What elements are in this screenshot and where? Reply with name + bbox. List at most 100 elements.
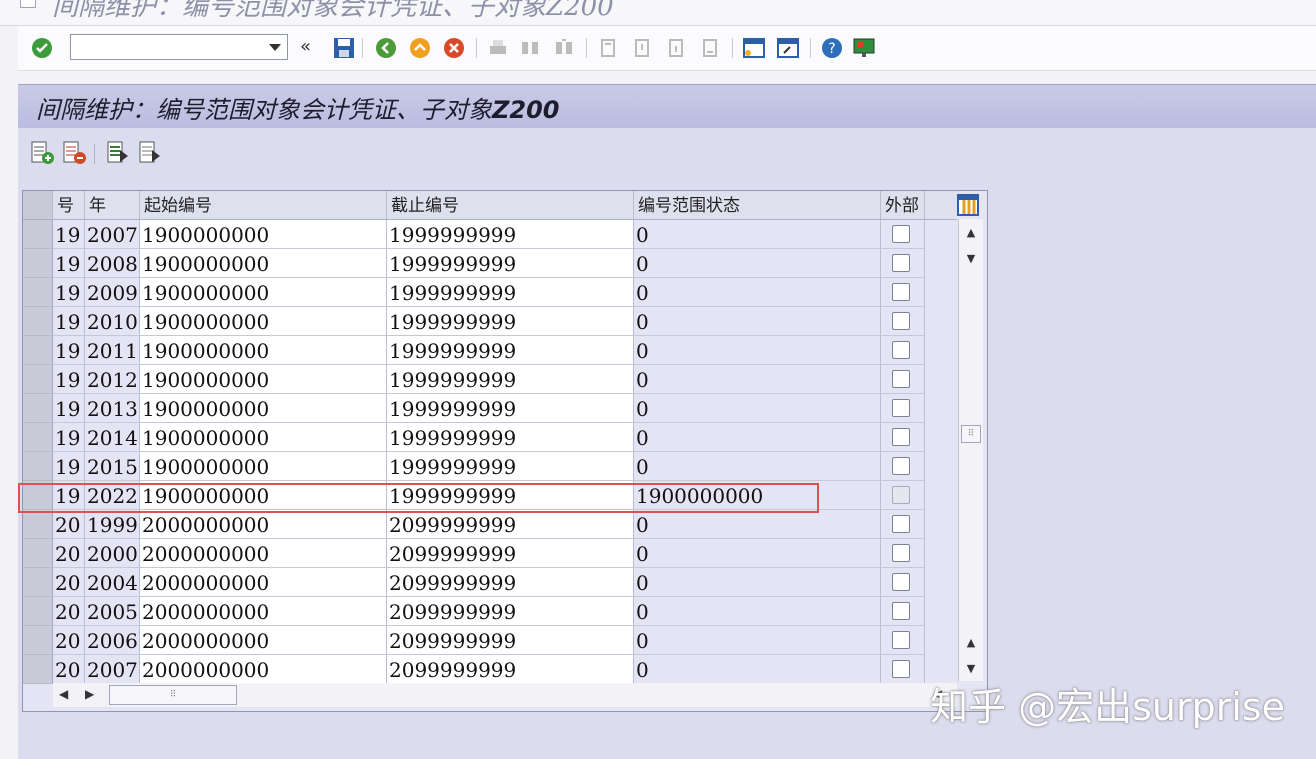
row-selector[interactable]	[23, 220, 53, 249]
row-selector[interactable]	[23, 336, 53, 365]
delete-line-icon[interactable]	[62, 140, 86, 166]
chevron-down-icon[interactable]	[269, 44, 281, 51]
row-selector[interactable]	[23, 307, 53, 336]
scroll-down-page-icon[interactable]: ▼	[963, 251, 979, 267]
scroll-down-icon[interactable]: ▼	[963, 661, 979, 677]
row-selector[interactable]	[23, 423, 53, 452]
cell-to-number[interactable]: 1999999999	[387, 452, 634, 481]
select-all-icon[interactable]	[106, 140, 130, 166]
enter-icon[interactable]	[30, 36, 54, 60]
external-checkbox[interactable]	[892, 370, 910, 388]
column-header-to-number[interactable]: 截止编号	[387, 191, 634, 219]
cell-to-number[interactable]: 1999999999	[387, 423, 634, 452]
scroll-right-icon[interactable]: ▶	[85, 687, 94, 701]
cancel-icon[interactable]	[442, 36, 466, 60]
cell-from-number[interactable]: 2000000000	[140, 655, 387, 684]
cell-from-number[interactable]: 2000000000	[140, 539, 387, 568]
row-selector[interactable]	[23, 394, 53, 423]
select-all-rows-button[interactable]	[23, 191, 53, 219]
menu-icon[interactable]	[20, 0, 36, 8]
row-selector[interactable]	[23, 597, 53, 626]
cell-from-number[interactable]: 1900000000	[140, 220, 387, 249]
row-selector[interactable]	[23, 655, 53, 684]
external-checkbox[interactable]	[892, 515, 910, 533]
collapse-icon[interactable]: «	[300, 36, 311, 57]
row-selector[interactable]	[23, 626, 53, 655]
external-checkbox[interactable]	[892, 399, 910, 417]
cell-from-number[interactable]: 1900000000	[140, 278, 387, 307]
cell-no: 19	[53, 394, 85, 423]
cell-to-number[interactable]: 1999999999	[387, 394, 634, 423]
cell-from-number[interactable]: 1900000000	[140, 307, 387, 336]
deselect-all-icon[interactable]	[138, 140, 162, 166]
customize-layout-icon[interactable]	[852, 36, 876, 60]
external-checkbox[interactable]	[892, 544, 910, 562]
external-checkbox[interactable]	[892, 660, 910, 678]
row-selector[interactable]	[23, 249, 53, 278]
cell-status: 0	[634, 452, 881, 481]
column-header-external[interactable]: 外部	[881, 191, 925, 219]
cell-from-number[interactable]: 1900000000	[140, 423, 387, 452]
row-selector[interactable]	[23, 539, 53, 568]
table-row: 19 2015 1900000000 1999999999 0	[23, 452, 957, 481]
external-checkbox[interactable]	[892, 254, 910, 272]
vertical-scroll-thumb[interactable]: ⠿	[961, 425, 981, 443]
horizontal-scroll-thumb[interactable]: ⠿	[109, 685, 237, 705]
external-checkbox[interactable]	[892, 312, 910, 330]
column-header-no[interactable]: 号	[53, 191, 85, 219]
cell-from-number[interactable]: 1900000000	[140, 365, 387, 394]
command-field[interactable]	[70, 34, 288, 60]
table-settings-icon[interactable]	[957, 194, 979, 216]
external-checkbox[interactable]	[892, 573, 910, 591]
external-checkbox[interactable]	[892, 428, 910, 446]
cell-from-number[interactable]: 1900000000	[140, 336, 387, 365]
column-header-status[interactable]: 编号范围状态	[634, 191, 881, 219]
save-icon[interactable]	[332, 36, 356, 60]
external-checkbox[interactable]	[892, 283, 910, 301]
column-header-year[interactable]: 年	[85, 191, 140, 219]
external-checkbox[interactable]	[892, 225, 910, 243]
column-header-from-number[interactable]: 起始编号	[140, 191, 387, 219]
cell-from-number[interactable]: 2000000000	[140, 597, 387, 626]
cell-from-number[interactable]: 1900000000	[140, 249, 387, 278]
cell-from-number[interactable]: 2000000000	[140, 568, 387, 597]
cell-to-number[interactable]: 2099999999	[387, 539, 634, 568]
horizontal-scrollbar[interactable]: ◀ ▶ ⠿ ◀	[53, 683, 957, 707]
help-icon[interactable]: ?	[820, 36, 844, 60]
row-selector[interactable]	[23, 365, 53, 394]
external-checkbox[interactable]	[892, 602, 910, 620]
insert-line-icon[interactable]	[30, 140, 54, 166]
cell-to-number[interactable]: 2099999999	[387, 597, 634, 626]
cell-to-number[interactable]: 2099999999	[387, 510, 634, 539]
cell-to-number[interactable]: 1999999999	[387, 220, 634, 249]
scroll-up-icon[interactable]: ▲	[963, 225, 979, 241]
shortcut-icon[interactable]	[776, 36, 800, 60]
cell-to-number[interactable]: 2099999999	[387, 655, 634, 684]
vertical-scrollbar[interactable]: ▲ ▼ ⠿ ▲ ▼	[958, 219, 983, 681]
row-selector[interactable]	[23, 452, 53, 481]
cell-from-number[interactable]: 1900000000	[140, 452, 387, 481]
cell-to-number[interactable]: 1999999999	[387, 365, 634, 394]
scroll-up-page-icon[interactable]: ▲	[963, 635, 979, 651]
scroll-left-icon[interactable]: ◀	[59, 687, 68, 701]
cell-to-number[interactable]: 1999999999	[387, 249, 634, 278]
exit-icon[interactable]	[408, 36, 432, 60]
cell-to-number[interactable]: 2099999999	[387, 626, 634, 655]
external-checkbox[interactable]	[892, 631, 910, 649]
back-icon[interactable]	[374, 36, 398, 60]
external-checkbox[interactable]	[892, 341, 910, 359]
cell-from-number[interactable]: 2000000000	[140, 626, 387, 655]
window-title: 间隔维护：编号范围对象会计凭证、子对象Z200	[52, 0, 614, 22]
create-session-icon[interactable]	[742, 36, 766, 60]
row-selector[interactable]	[23, 510, 53, 539]
row-selector[interactable]	[23, 278, 53, 307]
cell-to-number[interactable]: 2099999999	[387, 568, 634, 597]
cell-from-number[interactable]: 2000000000	[140, 510, 387, 539]
cell-to-number[interactable]: 1999999999	[387, 336, 634, 365]
cell-to-number[interactable]: 1999999999	[387, 307, 634, 336]
cell-to-number[interactable]: 1999999999	[387, 278, 634, 307]
cell-from-number[interactable]: 1900000000	[140, 394, 387, 423]
external-checkbox[interactable]	[892, 486, 910, 504]
row-selector[interactable]	[23, 568, 53, 597]
external-checkbox[interactable]	[892, 457, 910, 475]
